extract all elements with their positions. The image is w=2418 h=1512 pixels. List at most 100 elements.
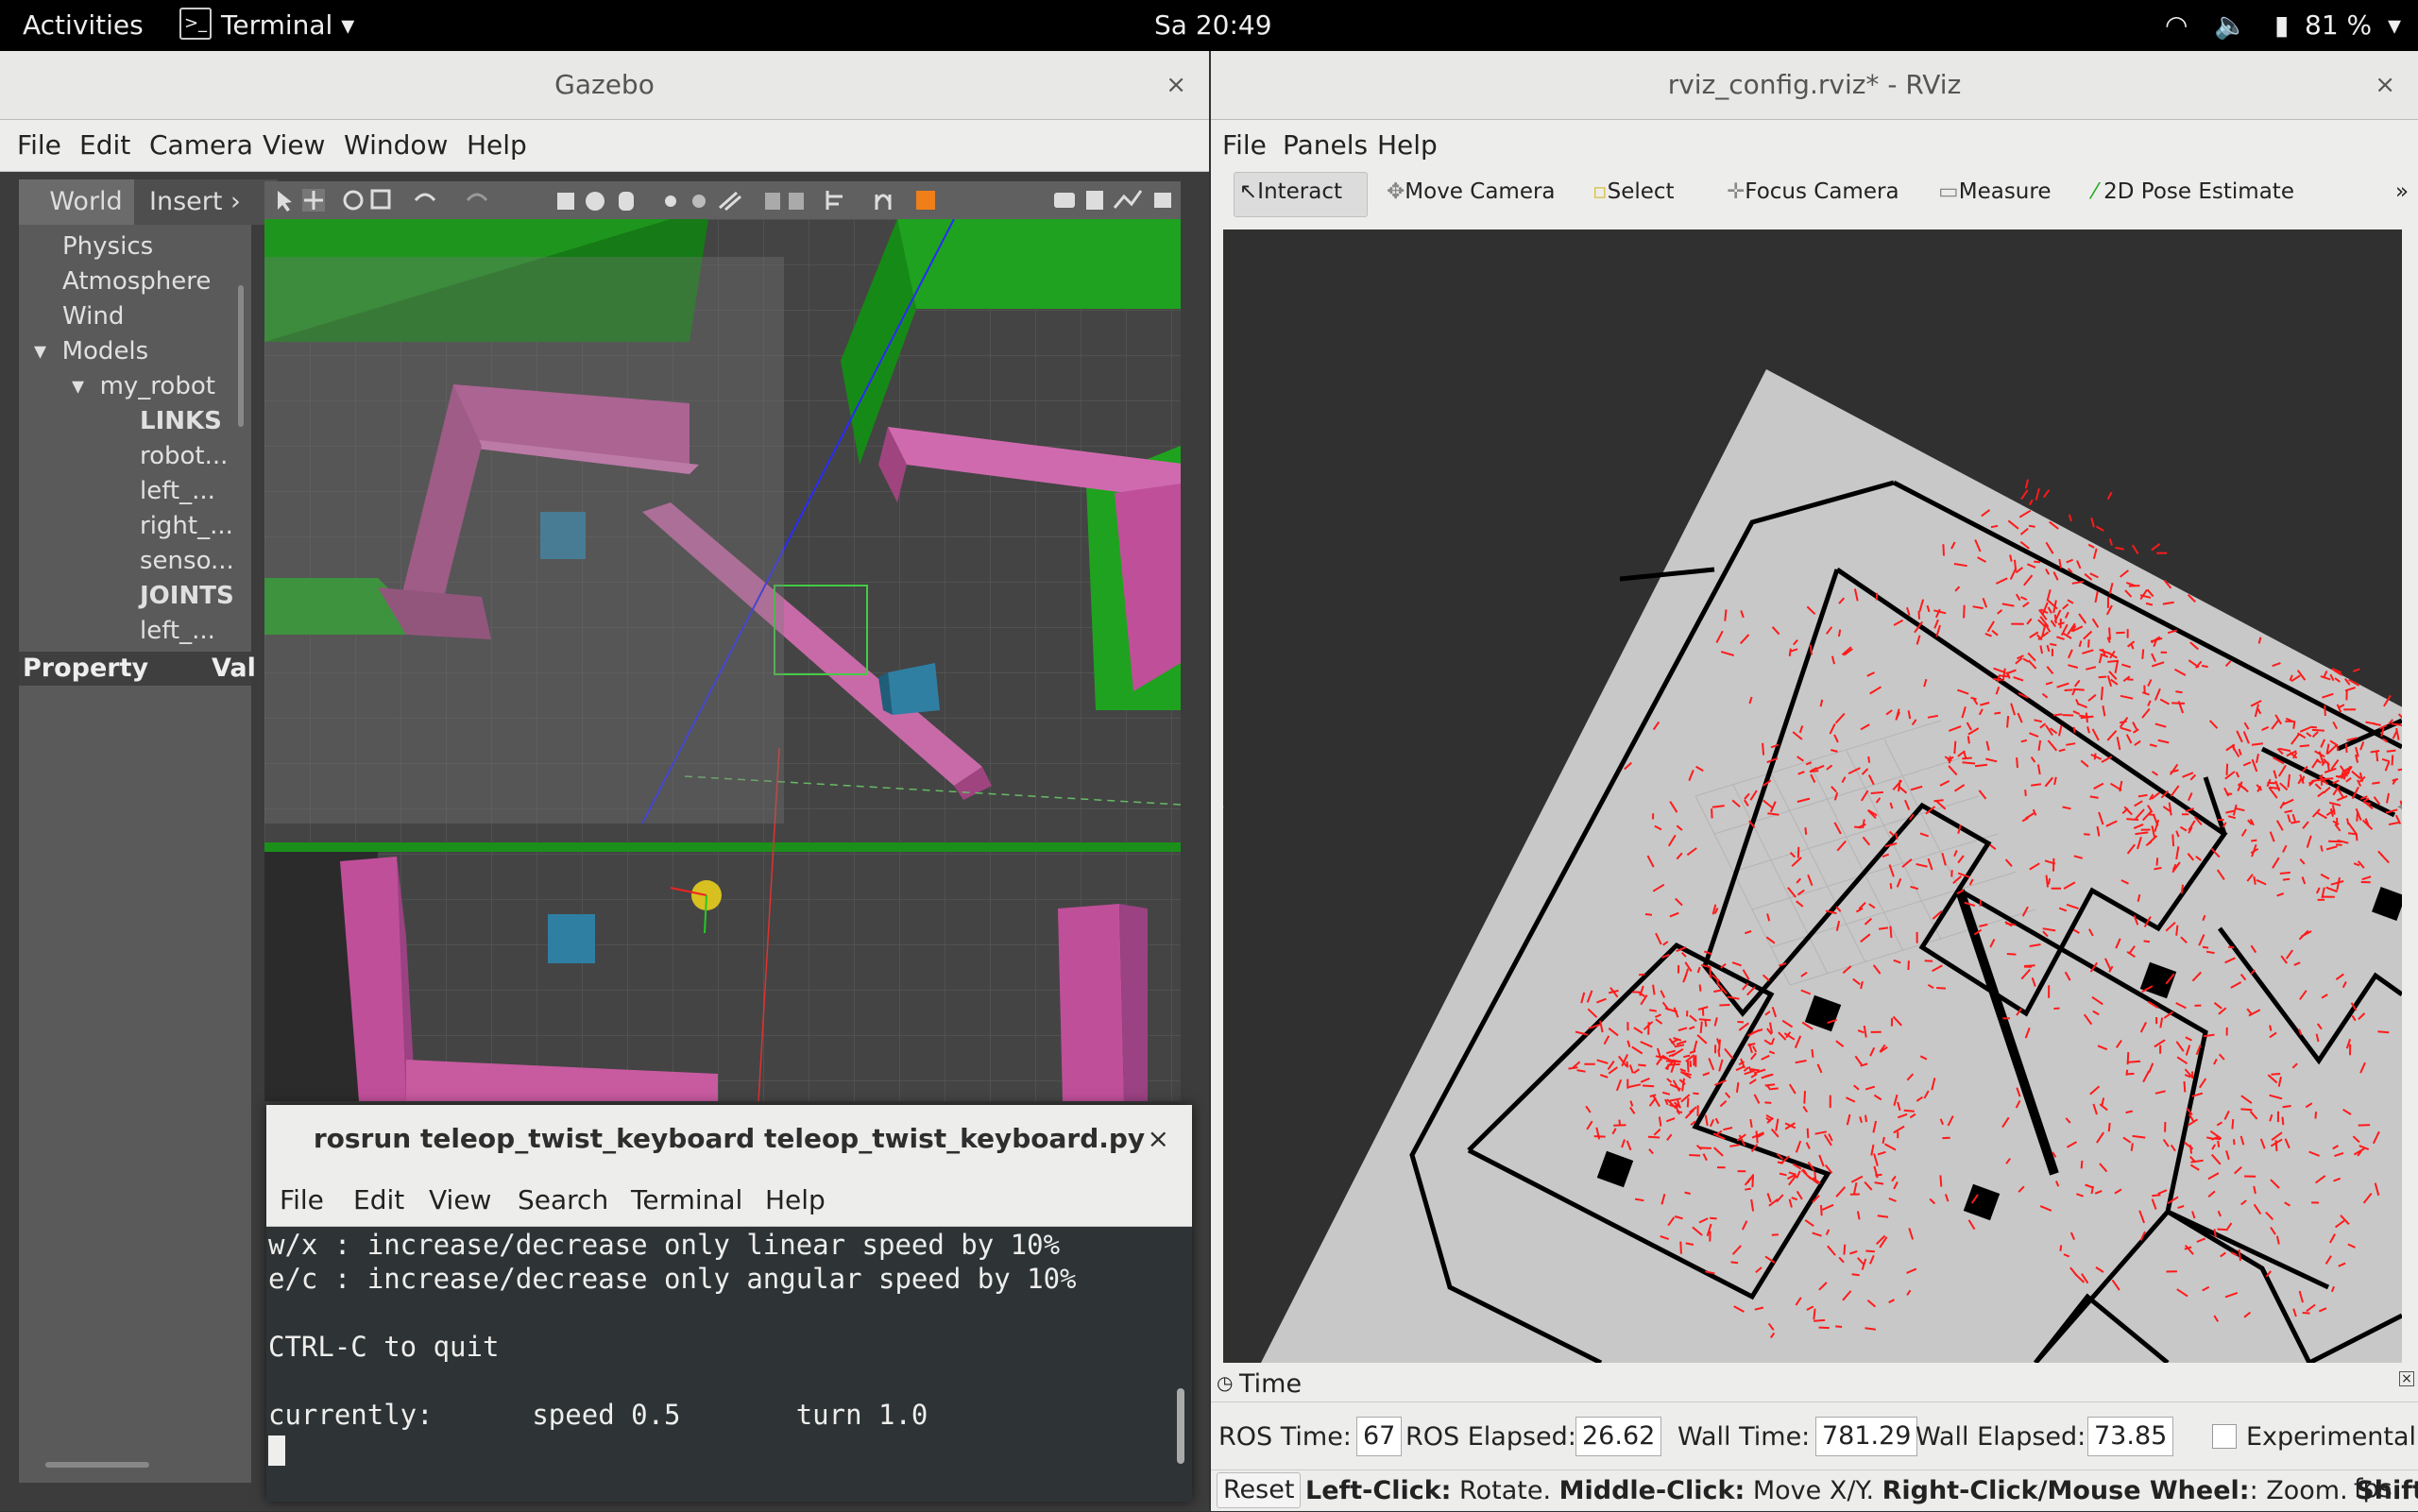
hint-key: Left-Click: bbox=[1305, 1476, 1451, 1505]
tool-2d-pose-estimate[interactable]: ⁄ 2D Pose Estimate bbox=[2093, 179, 2294, 204]
tree-wind[interactable]: Wind bbox=[62, 302, 124, 331]
battery-icon[interactable]: ▮ bbox=[2274, 9, 2289, 41]
tree-models[interactable]: ▾ Models bbox=[34, 337, 148, 365]
gazebo-menu-view[interactable]: View bbox=[263, 129, 325, 161]
tree-link[interactable]: robot... bbox=[140, 442, 228, 470]
property-column[interactable]: Property bbox=[23, 654, 148, 683]
interact-icon: ↖ bbox=[1239, 179, 1257, 204]
wifi-icon[interactable]: ◠ bbox=[2165, 9, 2188, 41]
terminal-menubar: File Edit View Search Terminal Help bbox=[266, 1173, 1192, 1227]
rviz-3d-viewport[interactable]: ▸ ◂ bbox=[1223, 229, 2402, 1363]
rviz-menu-file[interactable]: File bbox=[1222, 129, 1267, 161]
gazebo-toolbar-icons[interactable] bbox=[264, 181, 1181, 219]
time-panel-title: Time bbox=[1239, 1369, 1302, 1399]
screenshot-dialog-ghost bbox=[264, 257, 784, 824]
gazebo-menu-edit[interactable]: Edit bbox=[79, 129, 130, 161]
gazebo-3d-viewport[interactable] bbox=[264, 219, 1181, 1101]
terminal-output[interactable]: w/x : increase/decrease only linear spee… bbox=[268, 1228, 1077, 1466]
terminal-titlebar: rosrun teleop_twist_keyboard teleop_twis… bbox=[266, 1105, 1192, 1173]
time-panel-header: ◷ Time × bbox=[1211, 1369, 2418, 1402]
wall-green bbox=[897, 219, 1181, 309]
tree-link[interactable]: senso... bbox=[140, 547, 234, 575]
ros-time-field[interactable]: 67 bbox=[1356, 1417, 1402, 1456]
gazebo-menubar: File Edit Camera View Window Help bbox=[0, 120, 1209, 172]
terminal-cursor bbox=[268, 1436, 285, 1466]
gazebo-left-panel: World Insert › Physics Atmosphere Wind ▾… bbox=[19, 179, 251, 1483]
splitter-handle-right[interactable]: ◂ bbox=[2397, 796, 2402, 816]
system-menu-icon[interactable]: ▾ bbox=[2388, 9, 2401, 41]
rviz-map-scene[interactable] bbox=[1223, 229, 2402, 1363]
tab-world[interactable]: World bbox=[19, 179, 153, 225]
tree-scrollbar[interactable] bbox=[238, 285, 244, 427]
tree-atmosphere[interactable]: Atmosphere bbox=[62, 267, 211, 296]
tool-focus-camera[interactable]: ✛Focus Camera bbox=[1727, 179, 1899, 204]
terminal-line: currently: speed 0.5 turn 1.0 bbox=[268, 1399, 928, 1431]
gazebo-close-button[interactable]: × bbox=[1166, 51, 1186, 119]
tool-move-camera[interactable]: ✥Move Camera bbox=[1387, 179, 1556, 204]
occupancy-map bbox=[1261, 369, 2402, 1363]
tool-measure-label: Measure bbox=[1959, 179, 2052, 204]
gazebo-title: Gazebo bbox=[554, 69, 655, 100]
activities-button[interactable]: Activities bbox=[23, 9, 144, 41]
tool-measure[interactable]: ▭Measure bbox=[1938, 179, 2051, 204]
hint-key: Right-Click/Mouse Wheel: bbox=[1882, 1476, 2250, 1505]
terminal-scrollbar[interactable] bbox=[1177, 1388, 1184, 1464]
terminal-line: CTRL-C to quit bbox=[268, 1331, 499, 1363]
horizontal-scrollbar[interactable] bbox=[45, 1462, 149, 1468]
gazebo-menu-help[interactable]: Help bbox=[467, 129, 527, 161]
terminal-close-button[interactable]: × bbox=[1148, 1105, 1169, 1173]
status-bar: Reset Left-Click: Rotate. Middle-Click: … bbox=[1211, 1470, 2418, 1512]
terminal-menu-file[interactable]: File bbox=[280, 1184, 324, 1215]
rviz-menu-help[interactable]: Help bbox=[1377, 129, 1438, 161]
wall-pink bbox=[1058, 904, 1124, 1101]
terminal-menu-edit[interactable]: Edit bbox=[353, 1184, 404, 1215]
tool-focus-camera-label: Focus Camera bbox=[1745, 179, 1899, 204]
ros-elapsed-field[interactable]: 26.62 bbox=[1575, 1417, 1661, 1456]
measure-icon: ▭ bbox=[1938, 179, 1959, 204]
terminal-menu-view[interactable]: View bbox=[429, 1184, 491, 1215]
rviz-title: rviz_config.rviz* - RViz bbox=[1668, 69, 1962, 100]
tab-insert-label: Insert bbox=[149, 187, 222, 216]
tree-link[interactable]: left_... bbox=[140, 477, 215, 505]
expand-arrow-icon[interactable]: ▾ bbox=[34, 337, 46, 365]
terminal-window: rosrun teleop_twist_keyboard teleop_twis… bbox=[266, 1105, 1192, 1502]
volume-icon[interactable]: 🔈 bbox=[2214, 9, 2247, 41]
terminal-menu-search[interactable]: Search bbox=[518, 1184, 608, 1215]
panel-close-button[interactable]: × bbox=[2399, 1371, 2414, 1386]
terminal-menu-terminal[interactable]: Terminal bbox=[631, 1184, 742, 1215]
tree-links-header: LINKS bbox=[140, 407, 222, 435]
expand-arrow-icon[interactable]: ▾ bbox=[72, 372, 84, 400]
value-column[interactable]: Val bbox=[212, 654, 256, 683]
tab-insert[interactable]: Insert › bbox=[134, 179, 278, 225]
toolbar-overflow-button[interactable]: » bbox=[2395, 179, 2409, 204]
rviz-close-button[interactable]: × bbox=[2375, 51, 2395, 119]
wall-time-field[interactable]: 781.29 bbox=[1815, 1417, 1917, 1456]
app-menu[interactable]: Terminal ▾ bbox=[221, 9, 354, 41]
top-bar: Activities >_ Terminal ▾ Sa 20:49 ◠ 🔈 ▮ … bbox=[0, 0, 2418, 51]
terminal-menu-help[interactable]: Help bbox=[765, 1184, 826, 1215]
tree-joint[interactable]: left_... bbox=[140, 617, 215, 645]
ros-elapsed-label: ROS Elapsed: bbox=[1405, 1422, 1576, 1452]
splitter-handle-left[interactable]: ▸ bbox=[1223, 796, 1224, 816]
move-camera-icon: ✥ bbox=[1387, 179, 1405, 204]
clock[interactable]: Sa 20:49 bbox=[1154, 9, 1272, 41]
battery-label[interactable]: 81 % bbox=[2305, 9, 2372, 41]
status-hint: Left-Click: Rotate. Middle-Click: Move X… bbox=[1305, 1476, 2418, 1505]
tree-link[interactable]: right_... bbox=[140, 512, 233, 540]
tree-my-robot[interactable]: ▾ my_robot bbox=[72, 372, 215, 400]
tree-physics[interactable]: Physics bbox=[62, 232, 153, 261]
wall-elapsed-field[interactable]: 73.85 bbox=[2087, 1417, 2173, 1456]
focus-camera-icon: ✛ bbox=[1727, 179, 1745, 204]
time-panel: ◷ Time × ROS Time: 67 ROS Elapsed: 26.62… bbox=[1211, 1369, 2418, 1511]
gazebo-menu-camera[interactable]: Camera bbox=[149, 129, 253, 161]
tool-interact[interactable]: ↖Interact bbox=[1239, 179, 1342, 204]
gazebo-menu-file[interactable]: File bbox=[17, 129, 61, 161]
app-menu-label: Terminal bbox=[221, 9, 332, 41]
tool-select[interactable]: ▫Select bbox=[1592, 179, 1675, 204]
pose-arrow-icon: ⁄ bbox=[2093, 179, 2097, 204]
experimental-checkbox[interactable] bbox=[2212, 1424, 2237, 1449]
rviz-menu-panels[interactable]: Panels bbox=[1283, 129, 1368, 161]
gazebo-menu-window[interactable]: Window bbox=[344, 129, 448, 161]
rviz-toolbar: ↖Interact ✥Move Camera ▫Select ✛Focus Ca… bbox=[1211, 166, 2418, 225]
reset-button[interactable]: Reset bbox=[1217, 1472, 1301, 1508]
